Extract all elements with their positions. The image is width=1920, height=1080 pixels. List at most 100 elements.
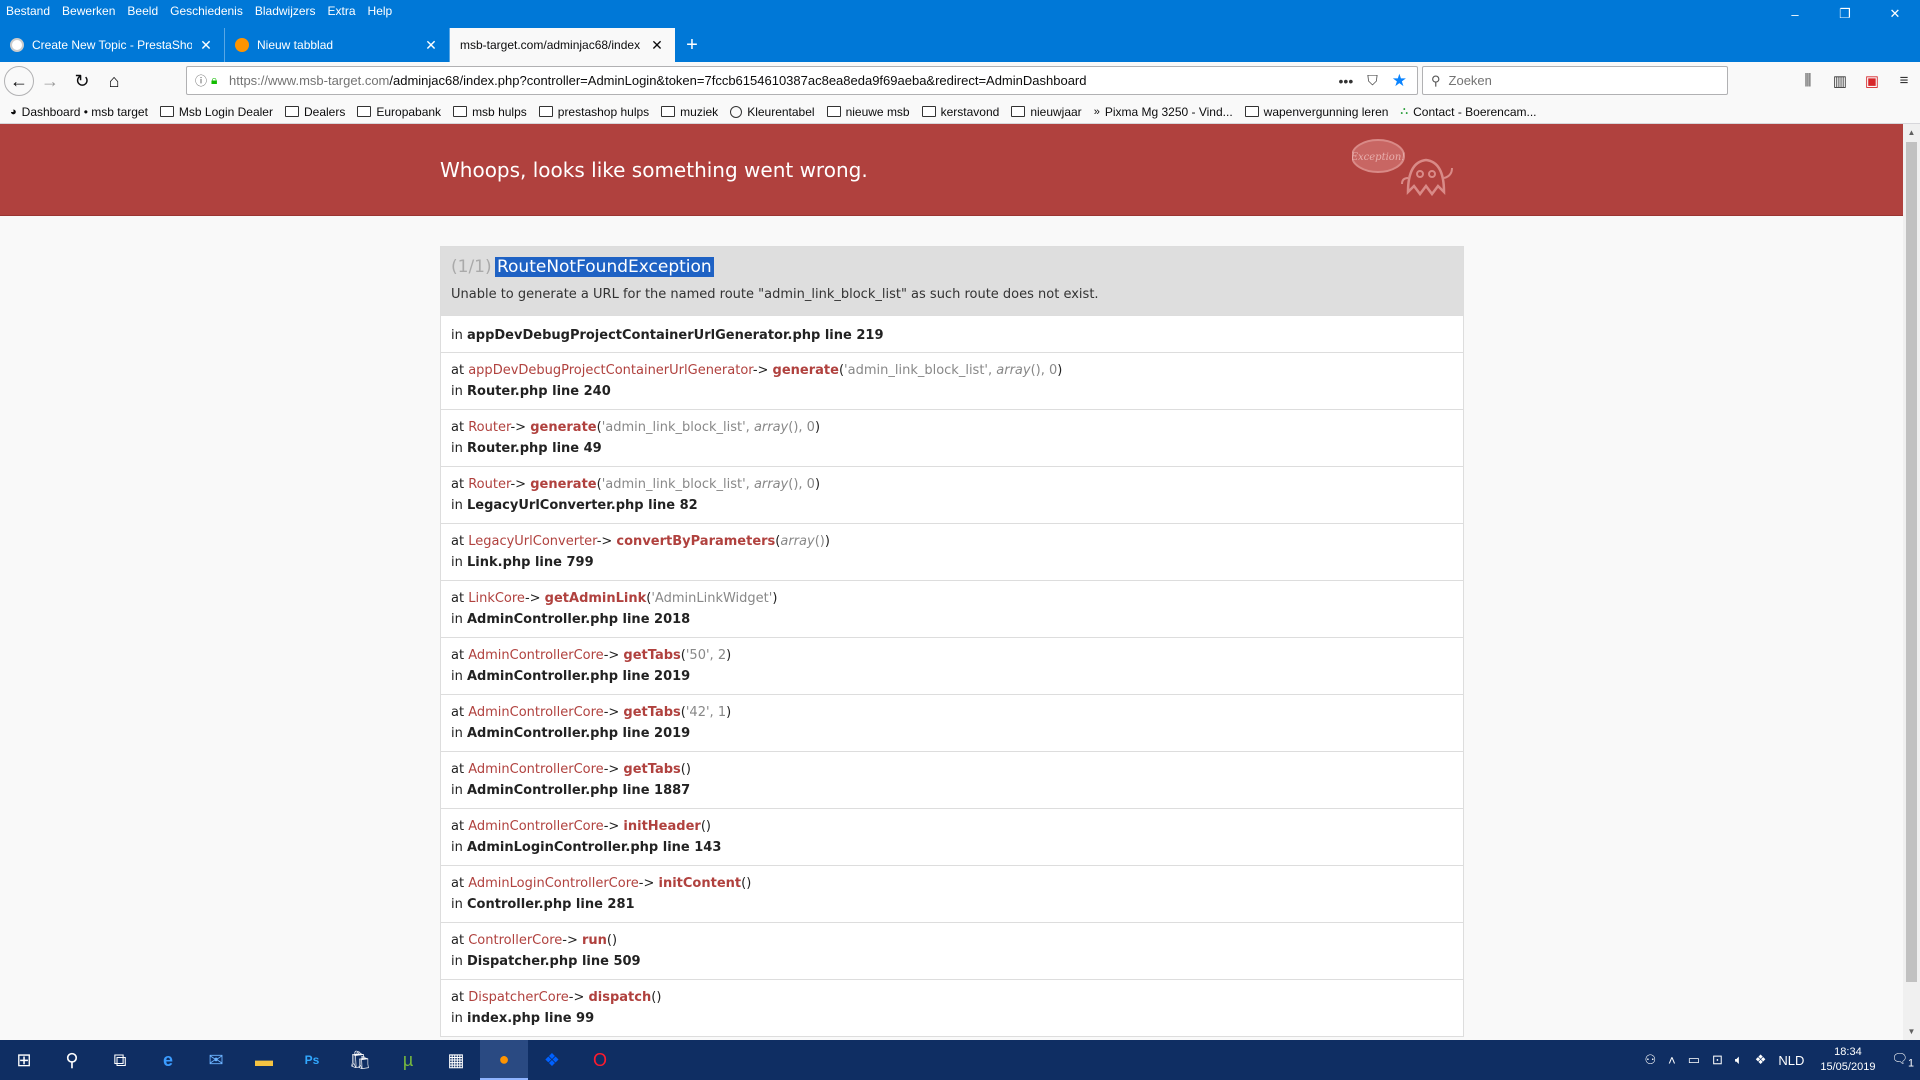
menu-beeld[interactable]: Beeld: [121, 4, 164, 18]
extension-icon[interactable]: ▣: [1856, 66, 1888, 95]
windows-start-icon[interactable]: ⊞: [0, 1040, 48, 1080]
trace-location: LegacyUrlConverter.php line 82: [467, 498, 698, 513]
home-button[interactable]: ⌂: [98, 65, 130, 97]
bookmark-pixma[interactable]: » Pixma Mg 3250 - Vind...: [1094, 105, 1233, 119]
search-icon[interactable]: ⚲: [48, 1040, 96, 1080]
bookmark-nieuwjaar[interactable]: nieuwjaar: [1011, 105, 1082, 119]
close-tab-icon[interactable]: ✕: [649, 37, 665, 54]
error-header: Whoops, looks like something went wrong.…: [0, 124, 1903, 216]
tab-create-new-topic[interactable]: Create New Topic - PrestaShop ✕: [0, 28, 225, 62]
back-button[interactable]: ←: [4, 66, 34, 96]
menu-help[interactable]: Help: [362, 4, 399, 18]
scroll-up-icon[interactable]: ▲: [1903, 124, 1920, 141]
bookmark-nieuwe-msb[interactable]: nieuwe msb: [826, 105, 910, 119]
bookmark-star-icon[interactable]: ★: [1392, 71, 1407, 91]
calculator-icon[interactable]: ▦: [432, 1040, 480, 1080]
forward-button[interactable]: →: [34, 65, 66, 97]
trace-class[interactable]: LegacyUrlConverter: [468, 534, 596, 549]
trace-location: AdminController.php line 2019: [467, 726, 691, 741]
sidebar-icon[interactable]: ▥: [1824, 66, 1856, 95]
menu-bewerken[interactable]: Bewerken: [56, 4, 121, 18]
hamburger-menu-icon[interactable]: ≡: [1888, 66, 1920, 95]
bookmark-muziek[interactable]: muziek: [661, 105, 718, 119]
info-icon[interactable]: ⓘ: [195, 72, 211, 89]
bookmark-contact-boerencam[interactable]: ⛬ Contact - Boerencam...: [1400, 105, 1536, 119]
notifications-icon[interactable]: 🗨︎1: [1885, 1051, 1920, 1070]
trace-class[interactable]: AdminLoginControllerCore: [468, 876, 639, 891]
new-tab-button[interactable]: +: [675, 28, 709, 62]
firefox-icon[interactable]: ●: [480, 1040, 528, 1080]
bookmark-label: Msb Login Dealer: [178, 104, 273, 119]
trace-class[interactable]: ControllerCore: [468, 933, 562, 948]
volume-icon[interactable]: 🔈︎: [1729, 1052, 1749, 1068]
page-actions-icon[interactable]: •••: [1339, 73, 1354, 89]
close-tab-icon[interactable]: ✕: [423, 37, 439, 54]
trace-class[interactable]: Router: [468, 420, 510, 435]
show-hidden-icons[interactable]: ˄: [1662, 1053, 1682, 1068]
trace-class[interactable]: AdminControllerCore: [468, 705, 603, 720]
bookmark-kerstavond[interactable]: kerstavond: [921, 105, 999, 119]
tab-msb-target[interactable]: msb-target.com/adminjac68/index ✕: [450, 28, 675, 62]
trace-class[interactable]: AdminControllerCore: [468, 819, 603, 834]
folder-icon: [826, 106, 841, 117]
dropbox-tray-icon[interactable]: ❖: [1749, 1052, 1773, 1068]
store-icon[interactable]: 🛍︎: [336, 1040, 384, 1080]
at-word: at: [451, 876, 465, 891]
file-explorer-icon[interactable]: ▬: [240, 1040, 288, 1080]
trace-class[interactable]: Router: [468, 477, 510, 492]
scroll-down-icon[interactable]: ▼: [1903, 1023, 1920, 1040]
reload-button[interactable]: ↻: [66, 65, 98, 97]
trace-class[interactable]: AdminControllerCore: [468, 762, 603, 777]
at-word: at: [451, 477, 465, 492]
tab-nieuw-tabblad[interactable]: Nieuw tabblad ✕: [225, 28, 450, 62]
edge-icon[interactable]: e: [144, 1040, 192, 1080]
menu-bladwijzers[interactable]: Bladwijzers: [249, 4, 322, 18]
scrollbar-thumb[interactable]: [1906, 142, 1917, 982]
folder-icon: [284, 106, 299, 117]
bookmark-wapenvergunning[interactable]: wapenvergunning leren: [1244, 105, 1388, 119]
trace-arrow: ->: [510, 477, 527, 492]
clock-date: 15/05/2019: [1820, 1061, 1876, 1073]
trace-class[interactable]: AdminControllerCore: [468, 648, 603, 663]
language-indicator[interactable]: NLD: [1772, 1053, 1810, 1068]
url-text[interactable]: https://www.msb-target.com/adminjac68/in…: [229, 73, 1339, 88]
battery-icon[interactable]: ▭: [1682, 1052, 1706, 1068]
trace-location: Router.php line 240: [467, 384, 611, 399]
library-icon[interactable]: ⫼: [1792, 66, 1824, 95]
trace-args: 'admin_link_block_list', array(), 0: [602, 420, 815, 435]
page-scrollbar[interactable]: ▲ ▼: [1903, 124, 1920, 1040]
bookmark-europabank[interactable]: Europabank: [357, 105, 441, 119]
close-tab-icon[interactable]: ✕: [198, 37, 214, 54]
pocket-icon[interactable]: ⛉: [1367, 72, 1378, 89]
network-icon[interactable]: ⊡: [1706, 1052, 1729, 1068]
bookmark-dashboard[interactable]: ◕ Dashboard • msb target: [10, 105, 148, 119]
search-input[interactable]: ⚲ Zoeken: [1422, 66, 1728, 95]
bookmark-msb-hulps[interactable]: msb hulps: [453, 105, 527, 119]
trace-args: 'admin_link_block_list', array(), 0: [602, 477, 815, 492]
bookmark-prestashop-hulps[interactable]: prestashop hulps: [538, 105, 649, 119]
dropbox-icon[interactable]: ❖: [528, 1040, 576, 1080]
opera-icon[interactable]: O: [576, 1040, 624, 1080]
trace-arrow: ->: [603, 705, 620, 720]
bookmark-dealers[interactable]: Dealers: [284, 105, 345, 119]
mail-icon[interactable]: ✉: [192, 1040, 240, 1080]
photoshop-icon[interactable]: Ps: [288, 1040, 336, 1080]
menu-extra[interactable]: Extra: [322, 4, 362, 18]
task-view-icon[interactable]: ⧉: [96, 1040, 144, 1080]
utorrent-icon[interactable]: µ: [384, 1040, 432, 1080]
clock[interactable]: 18:34 15/05/2019: [1810, 1045, 1885, 1075]
trace-class[interactable]: LinkCore: [468, 591, 525, 606]
bookmark-msb-login-dealer[interactable]: Msb Login Dealer: [159, 104, 273, 119]
trace-arrow: ->: [752, 363, 769, 378]
exception-name[interactable]: RouteNotFoundException: [494, 257, 714, 277]
people-icon[interactable]: ⚇: [1638, 1052, 1662, 1068]
trace-class[interactable]: DispatcherCore: [468, 990, 569, 1005]
ghost-label: Exception!: [1352, 152, 1405, 163]
url-bar[interactable]: ⓘ 🔒︎ https://www.msb-target.com/adminjac…: [186, 66, 1418, 95]
trace-class[interactable]: appDevDebugProjectContainerUrlGenerator: [468, 363, 753, 378]
trace-arrow: ->: [568, 990, 585, 1005]
menu-geschiedenis[interactable]: Geschiedenis: [164, 4, 249, 18]
trace-frame: at LegacyUrlConverter-> convertByParamet…: [441, 523, 1463, 580]
menu-bestand[interactable]: Bestand: [0, 4, 56, 18]
bookmark-kleurentabel[interactable]: Kleurentabel: [730, 105, 815, 119]
